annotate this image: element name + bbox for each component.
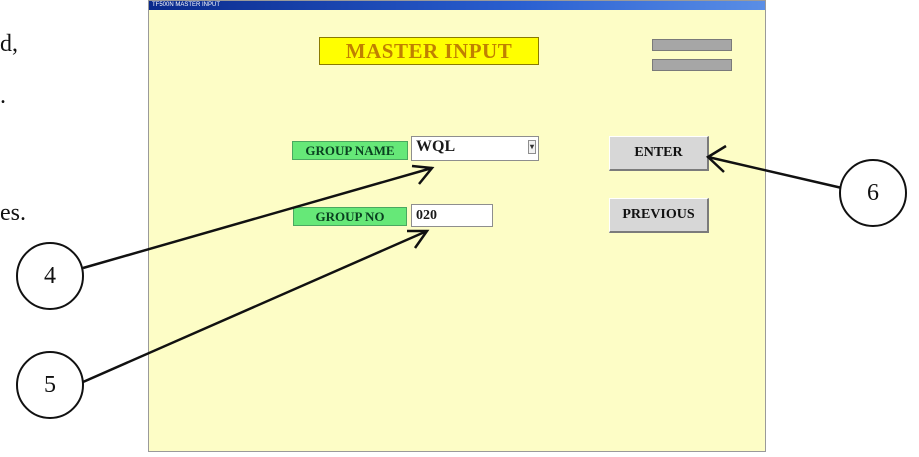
side-text-line-2: . <box>0 83 6 109</box>
dropdown-arrow-icon[interactable]: ▾ <box>528 140 536 154</box>
side-text-line-1: d, <box>0 31 18 57</box>
group-no-label: GROUP NO <box>293 207 407 226</box>
mini-button-2[interactable] <box>652 59 732 71</box>
page-title: MASTER INPUT <box>319 37 539 65</box>
group-name-label: GROUP NAME <box>292 141 408 160</box>
group-name-value: WQL <box>416 138 456 155</box>
callout-6: 6 <box>839 159 907 227</box>
group-no-input[interactable]: 020 <box>411 204 493 227</box>
callout-4: 4 <box>16 242 84 310</box>
mini-button-1[interactable] <box>652 39 732 51</box>
window-titlebar: TF500N MASTER INPUT <box>149 1 765 10</box>
side-text-line-3: es. <box>0 200 26 226</box>
enter-button[interactable]: ENTER <box>609 136 709 171</box>
master-input-window: TF500N MASTER INPUT MASTER INPUT GROUP N… <box>148 0 766 452</box>
previous-button[interactable]: PREVIOUS <box>609 198 709 233</box>
callout-5: 5 <box>16 351 84 419</box>
group-name-dropdown[interactable]: WQL ▾ <box>411 136 539 161</box>
